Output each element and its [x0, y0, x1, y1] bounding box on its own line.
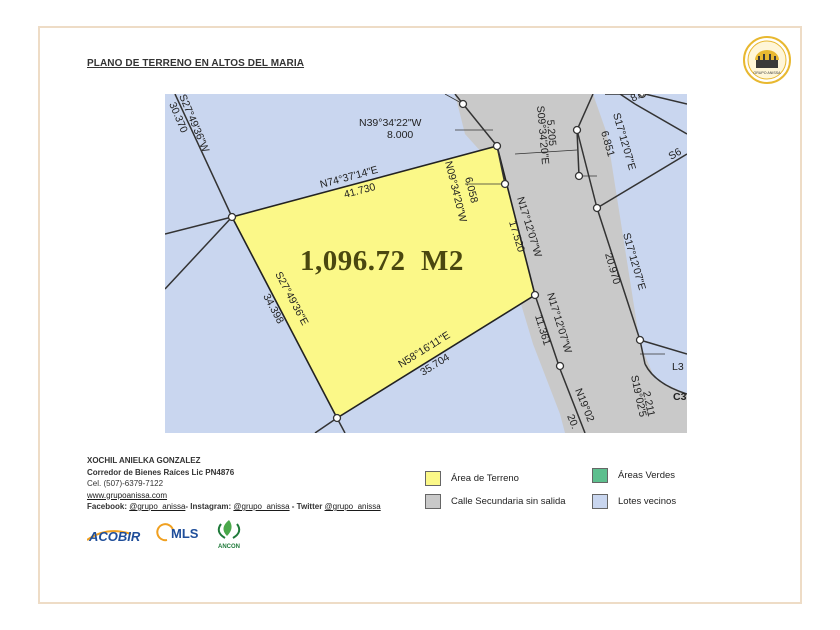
survey-map: N39°34'22"W 8.000 N74°37'14"E 41.730 S27…	[165, 94, 687, 433]
label-n39: N39°34'22"W	[359, 117, 422, 129]
lot-area-label: 1,096.72 M2	[300, 245, 464, 277]
website-link[interactable]: www.grupoanissa.com	[87, 491, 167, 500]
agent-phone: Cel. (507)-6379-7122	[87, 479, 164, 488]
acobir-text: ACOBIR	[88, 529, 141, 544]
legend-swatch-lot	[425, 471, 441, 486]
agent-name: XOCHIL ANIELKA GONZALEZ	[87, 456, 201, 465]
ancon-logo: ANCON	[217, 520, 241, 550]
instagram-prefix: - Instagram:	[185, 502, 234, 511]
mls-text: MLS	[171, 526, 199, 541]
label-c3: C3	[673, 391, 687, 403]
partner-logos: ACOBIR MLS ANCON	[87, 520, 241, 550]
legend-green-areas: Áreas Verdes	[592, 468, 675, 483]
instagram-link[interactable]: @grupo_anissa	[233, 502, 289, 511]
page-title: PLANO DE TERRENO EN ALTOS DEL MARIA	[87, 58, 305, 69]
logo-text: GRUPO ANISSA	[753, 71, 781, 75]
legend-swatch-green	[592, 468, 608, 483]
legend-swatch-street	[425, 494, 441, 509]
legend-label-green: Áreas Verdes	[618, 470, 676, 481]
legend-street: Calle Secundaria sin salida	[425, 494, 566, 509]
facebook-prefix: Facebook:	[87, 502, 130, 511]
legend-lot-area: Área de Terreno	[425, 471, 519, 486]
ancon-text: ANCON	[218, 544, 240, 550]
legend-swatch-neighbors	[592, 494, 608, 509]
label-n39-len: 8.000	[387, 129, 413, 141]
mls-logo: MLS	[156, 523, 199, 542]
legend-label-neighbors: Lotes vecinos	[618, 496, 677, 507]
twitter-prefix: - Twitter	[289, 502, 325, 511]
legend-neighbors: Lotes vecinos	[592, 494, 676, 509]
legend-label-lot: Área de Terreno	[451, 473, 519, 484]
agent-role: Corredor de Bienes Raíces Lic PN4876	[87, 467, 235, 477]
grupo-anissa-logo: GRUPO ANISSA	[743, 36, 791, 84]
label-s09-len: 5.205	[544, 119, 558, 146]
twitter-link[interactable]: @grupo_anissa	[325, 502, 381, 511]
legend-label-street: Calle Secundaria sin salida	[451, 496, 566, 507]
label-l3: L3	[672, 361, 684, 373]
acobir-logo: ACOBIR	[87, 529, 141, 544]
contact-block: XOCHIL ANIELKA GONZALEZ Corredor de Bien…	[87, 455, 381, 513]
facebook-link[interactable]: @grupo_anissa	[129, 502, 185, 511]
